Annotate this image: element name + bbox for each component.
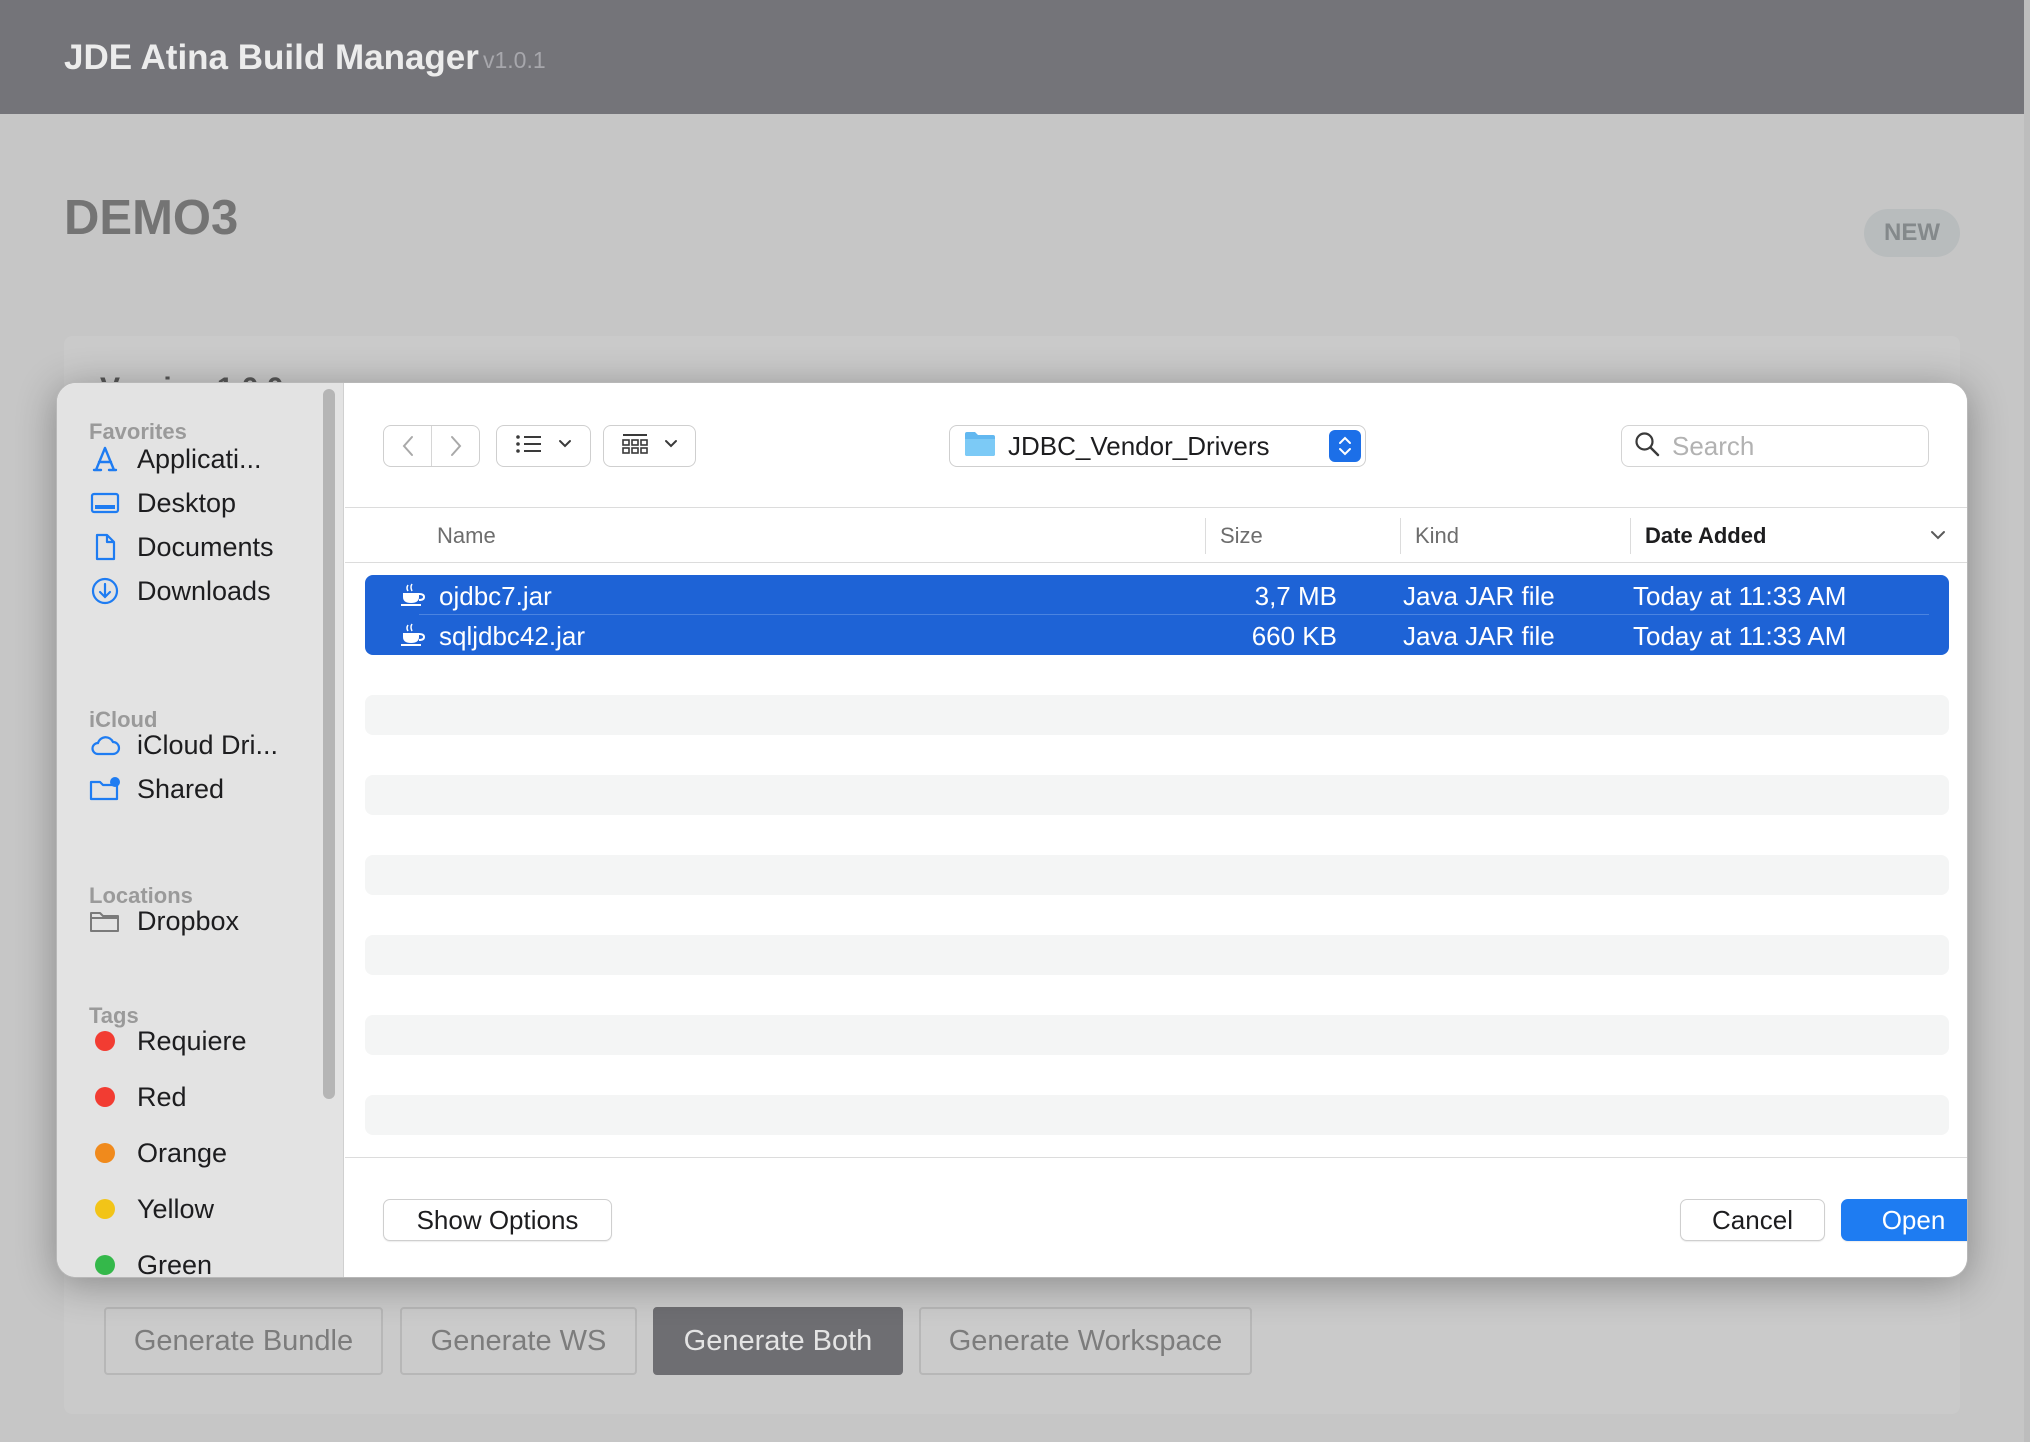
sidebar-item-applications[interactable]: Applicati... [89,437,317,481]
generate-bundle-button[interactable]: Generate Bundle [104,1307,383,1375]
sidebar-item-documents[interactable]: Documents [89,525,317,569]
file-row[interactable]: ojdbc7.jar 3,7 MB Java JAR file Today at… [365,575,1949,615]
cloud-icon [89,729,121,761]
app-header: JDE Atina Build Manager v1.0.1 [0,0,2024,114]
sidebar-item-label: Requiere [137,1025,247,1056]
tag-color-dot-icon [89,1081,121,1113]
sidebar-item-shared[interactable]: Shared [89,767,317,811]
file-date-added: Today at 11:33 AM [1633,621,1847,651]
sidebar-item-label: iCloud Dri... [137,729,279,760]
chevron-down-icon [557,437,573,455]
folder-path-popup[interactable]: JDBC_Vendor_Drivers [949,425,1366,467]
file-name: ojdbc7.jar [439,581,552,611]
sidebar-item-label: Green [137,1249,213,1278]
file-size: 660 KB [1251,621,1337,651]
sidebar-tag-yellow[interactable]: Yellow [89,1187,317,1231]
search-icon [1634,431,1660,462]
generate-both-button[interactable]: Generate Both [653,1307,903,1375]
sidebar-item-label: Shared [137,773,225,804]
jar-file-icon [399,623,426,647]
generate-ws-button[interactable]: Generate WS [400,1307,637,1375]
dialog-footer: Show Options Cancel Open [345,1157,1967,1277]
sidebar-item-label: Dropbox [137,905,240,936]
chevron-left-icon [402,436,413,456]
file-kind: Java JAR file [1403,621,1555,651]
tag-color-dot-icon [89,1025,121,1057]
show-options-button[interactable]: Show Options [383,1199,612,1241]
sort-chevron-down-icon[interactable] [1929,526,1947,549]
sidebar-item-label: Applicati... [137,443,262,474]
window-scrollbar[interactable] [2024,0,2030,1442]
applications-icon [89,443,121,475]
back-button[interactable] [384,426,431,466]
empty-row [365,775,1949,815]
sidebar-item-downloads[interactable]: Downloads [89,569,317,613]
group-view-menu-button[interactable] [603,425,696,467]
sidebar-tag-orange[interactable]: Orange [89,1131,317,1175]
project-title: DEMO3 [64,191,239,245]
list-view-icon [515,433,543,460]
dialog-main-pane: JDBC_Vendor_Drivers Name Size Kind Date … [345,383,1967,1277]
tag-color-dot-icon [89,1137,121,1169]
column-name[interactable]: Name [437,508,496,564]
empty-row [365,855,1949,895]
folder-icon [964,431,996,462]
generate-workspace-button[interactable]: Generate Workspace [919,1307,1252,1375]
sidebar-scrollbar[interactable] [323,389,335,1099]
shared-folder-icon [89,773,121,805]
empty-row [365,695,1949,735]
app-version: v1.0.1 [483,47,546,73]
tag-color-dot-icon [89,1249,121,1277]
desktop-icon [89,487,121,519]
dialog-sidebar: Favorites Applicati... Desktop Documents… [57,383,344,1278]
sidebar-item-label: Yellow [137,1193,215,1224]
column-size[interactable]: Size [1220,508,1263,564]
chevron-down-icon [663,437,679,455]
open-button[interactable]: Open [1841,1199,1967,1241]
app-title: JDE Atina Build Manager [64,38,479,77]
folder-icon [89,905,121,937]
search-input[interactable] [1672,430,1912,462]
sidebar-item-dropbox[interactable]: Dropbox [89,899,317,943]
forward-button[interactable] [432,426,479,466]
column-header: Name Size Kind Date Added [345,507,1967,564]
up-down-chevron-icon [1329,430,1361,462]
file-kind: Java JAR file [1403,581,1555,611]
search-field[interactable] [1621,425,1929,467]
file-size: 3,7 MB [1254,581,1337,611]
open-file-dialog: Favorites Applicati... Desktop Documents… [56,382,1968,1278]
tag-color-dot-icon [89,1193,121,1225]
empty-row [365,935,1949,975]
sidebar-item-label: Orange [137,1137,228,1168]
file-name: sqljdbc42.jar [439,621,585,651]
document-icon [89,531,121,563]
jar-file-icon [399,583,426,607]
sidebar-item-label: Downloads [137,575,271,606]
file-row[interactable]: sqljdbc42.jar 660 KB Java JAR file Today… [365,615,1949,655]
sidebar-item-label: Documents [137,531,274,562]
file-date-added: Today at 11:33 AM [1633,581,1847,611]
sidebar-item-label: Desktop [137,487,237,518]
current-folder-label: JDBC_Vendor_Drivers [1008,430,1270,461]
chevron-right-icon [450,436,461,456]
status-badge: NEW [1864,209,1960,257]
column-date-added[interactable]: Date Added [1645,508,1766,564]
sidebar-item-icloud-drive[interactable]: iCloud Dri... [89,723,317,767]
downloads-icon [89,575,121,607]
sidebar-item-label: Red [137,1081,187,1112]
cancel-button[interactable]: Cancel [1680,1199,1825,1241]
list-view-menu-button[interactable] [496,425,591,467]
sidebar-tag-green[interactable]: Green [89,1243,317,1278]
sidebar-item-desktop[interactable]: Desktop [89,481,317,525]
sidebar-tag-red[interactable]: Red [89,1075,317,1119]
empty-row [365,1015,1949,1055]
history-nav [383,425,480,467]
sidebar-tag-requiere[interactable]: Requiere [89,1019,317,1063]
column-kind[interactable]: Kind [1415,508,1459,564]
grid-view-icon [621,432,649,461]
empty-row [365,1095,1949,1135]
